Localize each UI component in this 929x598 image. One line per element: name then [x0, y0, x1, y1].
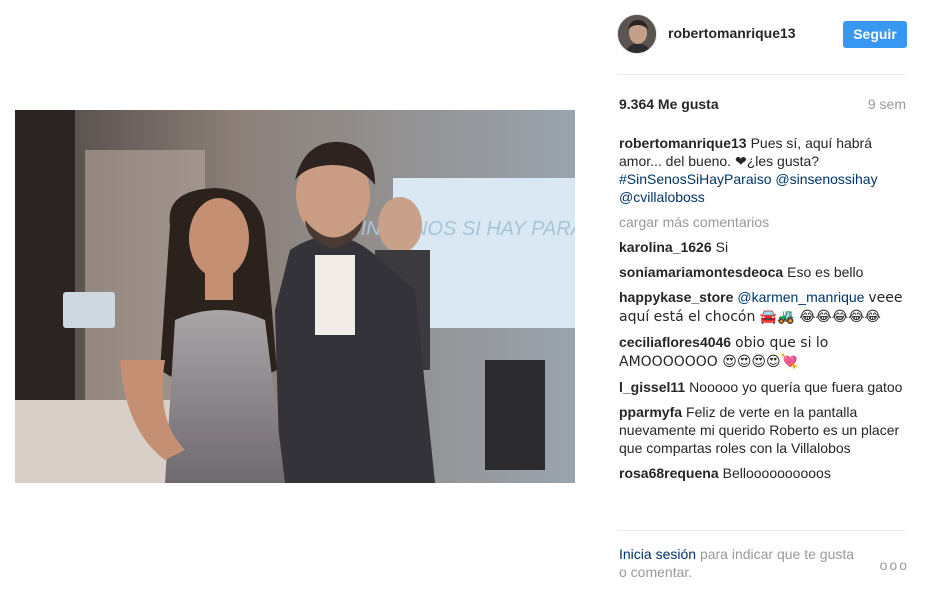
- login-prompt-text: Inicia sesión para indicar que te gusta …: [619, 545, 859, 581]
- likes-count[interactable]: 9.364 Me gusta: [619, 96, 719, 112]
- comment-item: l_gissel11 Nooooo yo quería que fuera gat…: [619, 378, 909, 396]
- comment-username[interactable]: rosa68requena: [619, 465, 719, 481]
- comment-item: ceciliaflores4046 obio que si lo AMOOOOOO…: [619, 333, 909, 371]
- comment-username[interactable]: happykase_store: [619, 289, 733, 305]
- comment-username[interactable]: ceciliaflores4046: [619, 334, 731, 350]
- comment-username[interactable]: soniamariamontesdeoca: [619, 264, 783, 280]
- post-header: robertomanrique13 Seguir: [617, 14, 907, 56]
- login-link[interactable]: Inicia sesión: [619, 546, 696, 562]
- comment-mention[interactable]: @karmen_manrique: [737, 289, 864, 305]
- comment-text: Belloooooooooos: [722, 465, 831, 481]
- photo-pane: SIN SENOS SI HAY PARAISO: [0, 0, 595, 598]
- divider: [617, 530, 907, 531]
- photo-illustration: SIN SENOS SI HAY PARAISO: [15, 110, 575, 483]
- load-more-comments-link[interactable]: cargar más comentarios: [619, 213, 909, 231]
- follow-button[interactable]: Seguir: [843, 21, 907, 48]
- comment-text: Nooooo yo quería que fuera gatoo: [689, 379, 903, 395]
- post-age[interactable]: 9 sem: [868, 96, 906, 112]
- comment-item: pparmyfa Feliz de verte en la pantalla nu…: [619, 403, 909, 457]
- caption-mention[interactable]: @cvillaloboss: [619, 189, 705, 205]
- comment-text: Si: [715, 239, 729, 255]
- post-sidebar: robertomanrique13 Seguir 9.364 Me gusta …: [595, 0, 929, 598]
- login-prompt: Inicia sesión para indicar que te gusta …: [619, 545, 909, 585]
- divider: [617, 74, 907, 75]
- comment-item: happykase_store @karmen_manrique veee aqu…: [619, 288, 909, 326]
- post-photo[interactable]: SIN SENOS SI HAY PARAISO: [15, 110, 575, 483]
- comment-text: Eso es bello: [787, 264, 864, 280]
- caption-hashtag[interactable]: #SinSenosSiHayParaiso: [619, 171, 772, 187]
- comments-list: robertomanrique13 Pues sí, aquí habrá amo…: [619, 134, 909, 528]
- comment-item: rosa68requena Belloooooooooos: [619, 464, 909, 482]
- comment-username[interactable]: pparmyfa: [619, 404, 682, 420]
- comment-username[interactable]: l_gissel11: [619, 379, 685, 395]
- post-author-username[interactable]: robertomanrique13: [668, 25, 796, 41]
- caption: robertomanrique13 Pues sí, aquí habrá amo…: [619, 134, 909, 206]
- caption-username[interactable]: robertomanrique13: [619, 135, 747, 151]
- avatar[interactable]: [617, 14, 657, 54]
- more-options-icon[interactable]: ooo: [880, 557, 909, 573]
- caption-mention[interactable]: @sinsenossihay: [775, 171, 877, 187]
- likes-row: 9.364 Me gusta 9 sem: [619, 96, 906, 114]
- comment-username[interactable]: karolina_1626: [619, 239, 712, 255]
- comment-item: soniamariamontesdeoca Eso es bello: [619, 263, 909, 281]
- comment-item: karolina_1626 Si: [619, 238, 909, 256]
